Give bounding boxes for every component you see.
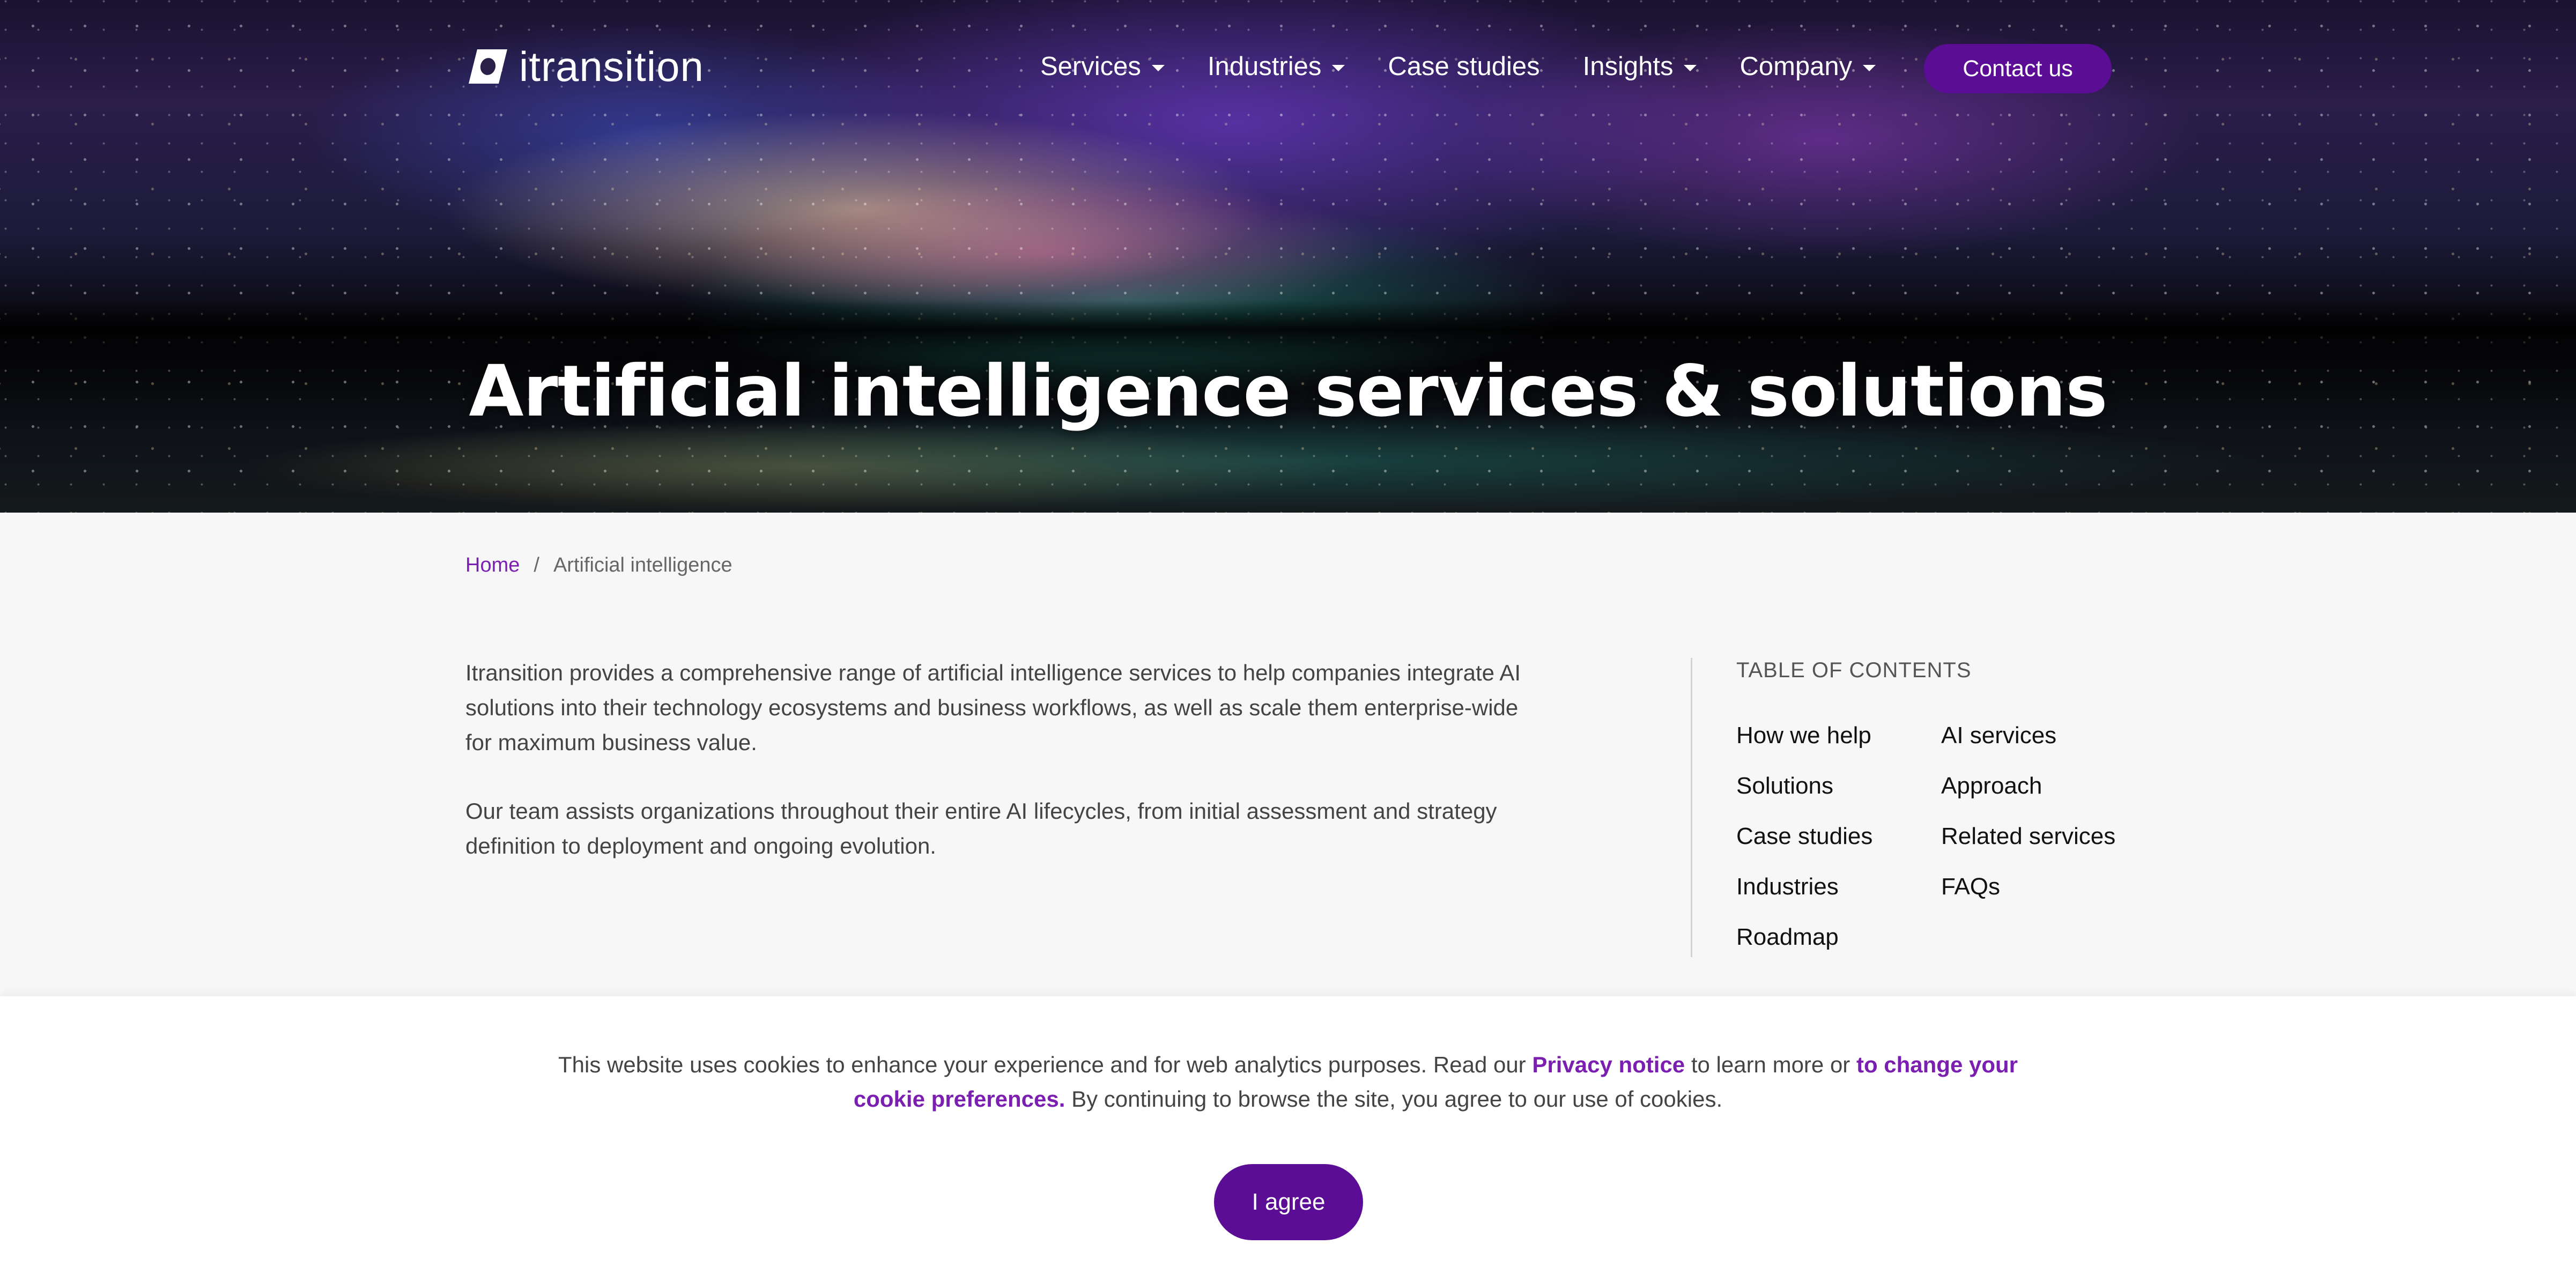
toc-link-industries[interactable]: Industries xyxy=(1736,868,1872,919)
toc-link-how-we-help[interactable]: How we help xyxy=(1736,717,1872,767)
nav-item-services[interactable]: Services xyxy=(1040,51,1165,82)
toc-link-solutions[interactable]: Solutions xyxy=(1736,767,1872,818)
cookie-text-part: to learn more or xyxy=(1685,1052,1856,1077)
privacy-notice-link[interactable]: Privacy notice xyxy=(1532,1052,1685,1077)
cookie-text-part: By continuing to browse the site, you ag… xyxy=(1065,1086,1723,1112)
chevron-down-icon xyxy=(1151,65,1165,71)
toc-link-roadmap[interactable]: Roadmap xyxy=(1736,919,1872,969)
cookie-banner: This website uses cookies to enhance you… xyxy=(0,996,2576,1274)
toc-link-case-studies[interactable]: Case studies xyxy=(1736,818,1872,868)
nav-item-label: Case studies xyxy=(1388,52,1540,81)
toc-column-1: How we help Solutions Case studies Indus… xyxy=(1736,717,1872,969)
breadcrumb: Home / Artificial intelligence xyxy=(465,554,732,577)
chevron-down-icon xyxy=(1863,65,1876,71)
nav-item-case-studies[interactable]: Case studies xyxy=(1388,51,1539,82)
breadcrumb-home-link[interactable]: Home xyxy=(465,554,520,577)
site-logo[interactable]: itransition xyxy=(465,45,704,88)
chevron-down-icon xyxy=(1332,65,1345,71)
logo-mark-icon xyxy=(465,47,510,86)
nav-item-insights[interactable]: Insights xyxy=(1583,51,1697,82)
i-agree-button[interactable]: I agree xyxy=(1214,1164,1363,1240)
toc-link-faqs[interactable]: FAQs xyxy=(1941,868,2115,919)
toc-column-2: AI services Approach Related services FA… xyxy=(1941,717,2115,919)
chevron-down-icon xyxy=(1684,65,1697,71)
intro-paragraph: Itransition provides a comprehensive ran… xyxy=(465,660,1521,755)
page-title: Artificial intelligence services & solut… xyxy=(469,350,2107,433)
breadcrumb-current: Artificial intelligence xyxy=(553,554,732,576)
nav-item-label: Insights xyxy=(1582,52,1674,81)
logo-text: itransition xyxy=(519,43,704,90)
cookie-text-part: This website uses cookies to enhance you… xyxy=(558,1052,1533,1077)
cookie-message: This website uses cookies to enhance you… xyxy=(536,1048,2040,1116)
contact-us-button[interactable]: Contact us xyxy=(1924,44,2112,93)
toc-divider xyxy=(1691,658,1692,957)
main-nav: Services Industries Case studies Insight… xyxy=(1040,45,1919,88)
nav-item-label: Services xyxy=(1040,52,1141,81)
toc-link-related-services[interactable]: Related services xyxy=(1941,818,2115,868)
toc-link-ai-services[interactable]: AI services xyxy=(1941,717,2115,767)
toc-heading: TABLE OF CONTENTS xyxy=(1736,658,1972,682)
intro-text: Itransition provides a comprehensive ran… xyxy=(465,655,1549,897)
breadcrumb-separator: / xyxy=(534,554,539,576)
nav-item-label: Industries xyxy=(1207,52,1322,81)
nav-item-industries[interactable]: Industries xyxy=(1208,51,1345,82)
intro-paragraph: Our team assists organizations throughou… xyxy=(465,798,1497,858)
hero-banner: itransition Services Industries Case stu… xyxy=(0,0,2576,513)
nav-item-company[interactable]: Company xyxy=(1739,51,1876,82)
nav-item-label: Company xyxy=(1739,52,1853,81)
toc-link-approach[interactable]: Approach xyxy=(1941,767,2115,818)
